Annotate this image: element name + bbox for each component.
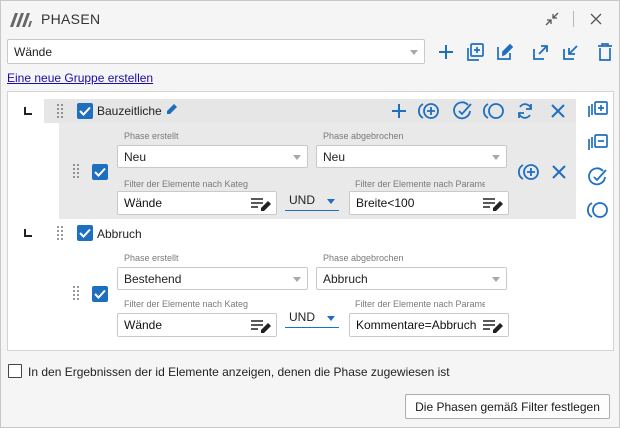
- uncheck-all-icon[interactable]: [586, 198, 610, 222]
- category-filter-field[interactable]: Wände: [117, 313, 277, 337]
- group-name: Abbruch: [97, 227, 142, 241]
- show-ids-checkbox[interactable]: [8, 364, 22, 378]
- chevron-down-icon: [492, 276, 500, 282]
- add-layers-icon[interactable]: [586, 99, 610, 123]
- chevron-down-icon: [492, 154, 500, 160]
- phase-created-value: Bestehend: [124, 271, 182, 286]
- edit-list-icon[interactable]: [482, 196, 504, 212]
- title-separator: [573, 11, 574, 27]
- check-all-icon[interactable]: [451, 99, 475, 123]
- group-checkbox[interactable]: [77, 103, 93, 119]
- param-filter-label: Filter der Elemente nach Parame: [355, 299, 485, 309]
- refresh-icon[interactable]: [513, 99, 537, 123]
- group-name: Bauzeitliche: [97, 104, 162, 118]
- phase-demolished-value: Abbruch: [323, 271, 368, 286]
- chevron-down-icon: [293, 154, 301, 160]
- app-logo-icon: [9, 10, 33, 28]
- param-filter-label: Filter der Elemente nach Parame: [355, 179, 485, 189]
- edit-icon[interactable]: [493, 40, 517, 64]
- add-rule-icon[interactable]: [387, 99, 411, 123]
- remove-layers-icon[interactable]: [586, 132, 610, 156]
- add-circle-icon[interactable]: [517, 160, 541, 184]
- operator-value: UND: [289, 310, 315, 324]
- uncheck-all-icon[interactable]: [482, 99, 506, 123]
- rename-icon[interactable]: [165, 102, 179, 116]
- drag-handle-icon[interactable]: [57, 226, 65, 240]
- rule-checkbox[interactable]: [92, 164, 108, 180]
- add-icon[interactable]: [434, 40, 458, 64]
- phase-created-select[interactable]: Neu: [117, 145, 308, 168]
- phase-demolished-value: Neu: [323, 149, 346, 164]
- tree-connector-icon: [24, 107, 32, 115]
- add-copy-icon[interactable]: [463, 40, 487, 64]
- category-select-value: Wände: [14, 44, 53, 59]
- category-filter-label: Filter der Elemente nach Katego: [124, 179, 248, 189]
- param-filter-value: Breite<100: [356, 196, 415, 210]
- param-filter-value: Kommentare=Abbruch: [356, 318, 477, 332]
- operator-value: UND: [289, 193, 315, 207]
- chevron-down-icon: [293, 276, 301, 282]
- edit-list-icon[interactable]: [482, 318, 504, 334]
- apply-phases-button[interactable]: Die Phasen gemäß Filter festlegen: [405, 394, 610, 419]
- remove-rule-icon[interactable]: [547, 160, 571, 184]
- collapse-icon[interactable]: [541, 9, 563, 29]
- category-filter-value: Wände: [124, 318, 163, 332]
- phase-created-label: Phase erstellt: [124, 131, 179, 141]
- operator-select[interactable]: UND: [285, 190, 339, 211]
- chevron-down-icon: [327, 199, 335, 204]
- phase-demolished-select[interactable]: Neu: [316, 145, 507, 168]
- tree-connector-icon: [24, 229, 32, 237]
- phase-created-label: Phase erstellt: [124, 253, 179, 263]
- check-all-icon[interactable]: [586, 165, 610, 189]
- phase-demolished-label: Phase abgebrochen: [323, 131, 404, 141]
- phase-created-select[interactable]: Bestehend: [117, 267, 308, 290]
- drag-handle-icon[interactable]: [57, 104, 65, 118]
- edit-list-icon[interactable]: [250, 318, 272, 334]
- import-icon[interactable]: [559, 40, 583, 64]
- drag-handle-icon[interactable]: [73, 286, 81, 300]
- window-title: PHASEN: [41, 11, 101, 27]
- param-filter-field[interactable]: Breite<100: [349, 191, 509, 215]
- phasen-window: PHASEN Wände Eine neue Gruppe erstellen …: [0, 0, 620, 428]
- param-filter-field[interactable]: Kommentare=Abbruch: [349, 313, 509, 337]
- edit-list-icon[interactable]: [250, 196, 272, 212]
- chevron-down-icon: [410, 49, 418, 55]
- remove-group-icon[interactable]: [546, 99, 570, 123]
- title-bar: PHASEN: [1, 1, 619, 35]
- category-filter-value: Wände: [124, 196, 163, 210]
- close-icon[interactable]: [585, 9, 607, 29]
- create-group-link[interactable]: Eine neue Gruppe erstellen: [7, 71, 153, 85]
- phase-demolished-label: Phase abgebrochen: [323, 253, 404, 263]
- rule-checkbox[interactable]: [92, 286, 108, 302]
- group-checkbox[interactable]: [77, 225, 93, 241]
- operator-select[interactable]: UND: [285, 307, 339, 328]
- show-ids-label: In den Ergebnissen der id Elemente anzei…: [28, 365, 450, 379]
- phase-demolished-select[interactable]: Abbruch: [316, 267, 507, 290]
- category-filter-field[interactable]: Wände: [117, 191, 277, 215]
- delete-icon[interactable]: [593, 40, 617, 64]
- category-select[interactable]: Wände: [7, 39, 425, 64]
- add-circle-icon[interactable]: [417, 99, 441, 123]
- phase-created-value: Neu: [124, 149, 147, 164]
- chevron-down-icon: [327, 316, 335, 321]
- category-filter-label: Filter der Elemente nach Katego: [124, 299, 248, 309]
- drag-handle-icon[interactable]: [73, 164, 81, 178]
- export-icon[interactable]: [529, 40, 553, 64]
